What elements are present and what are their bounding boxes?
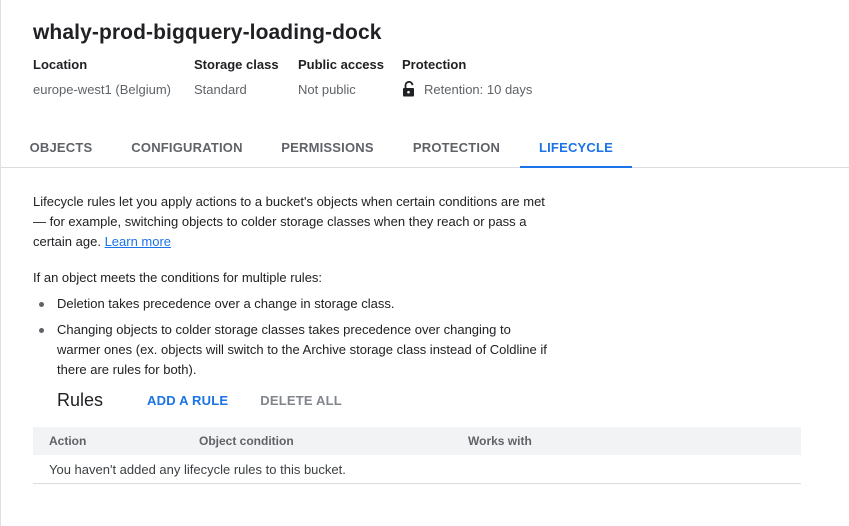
precedence-list: Deletion takes precedence over a change … (33, 294, 553, 380)
learn-more-link[interactable]: Learn more (105, 234, 171, 249)
meta-public-access: Public access Not public (298, 57, 384, 97)
list-item: Changing objects to colder storage class… (33, 320, 553, 380)
column-header-object-condition[interactable]: Object condition (199, 434, 294, 448)
tab-objects[interactable]: OBJECTS (15, 128, 107, 167)
public-access-label: Public access (298, 57, 384, 72)
lifecycle-description: Lifecycle rules let you apply actions to… (33, 192, 553, 380)
storage-class-label: Storage class (194, 57, 279, 72)
meta-storage-class: Storage class Standard (194, 57, 279, 97)
column-header-action[interactable]: Action (49, 434, 86, 448)
protection-label: Protection (402, 57, 467, 72)
multiple-rules-heading: If an object meets the conditions for mu… (33, 270, 323, 285)
rules-title: Rules (57, 390, 104, 410)
lock-open-icon (402, 80, 416, 97)
tab-lifecycle[interactable]: LIFECYCLE (520, 128, 632, 168)
meta-protection: Protection Retention: 10 days (402, 57, 532, 97)
rules-table: Action Object condition Works with You h… (33, 427, 801, 484)
tab-protection[interactable]: PROTECTION (403, 128, 510, 167)
tab-permissions[interactable]: PERMISSIONS (271, 128, 384, 167)
meta-location: Location europe-west1 (Belgium) (33, 57, 171, 97)
rules-header: Rules ADD A RULE DELETE ALL (57, 390, 342, 411)
column-header-works-with[interactable]: Works with (468, 434, 532, 448)
lifecycle-intro: Lifecycle rules let you apply actions to… (33, 192, 553, 252)
table-row: You haven't added any lifecycle rules to… (33, 455, 801, 484)
add-rule-button[interactable]: ADD A RULE (147, 393, 228, 408)
table-header: Action Object condition Works with (33, 427, 801, 455)
empty-rules-message: You haven't added any lifecycle rules to… (49, 461, 346, 477)
protection-value: Retention: 10 days (424, 81, 533, 97)
location-label: Location (33, 57, 88, 72)
tab-configuration[interactable]: CONFIGURATION (123, 128, 251, 167)
list-item: Deletion takes precedence over a change … (33, 294, 553, 314)
location-value: europe-west1 (Belgium) (33, 82, 172, 97)
delete-all-button[interactable]: DELETE ALL (260, 393, 342, 408)
protection-value-row: Retention: 10 days (402, 80, 533, 97)
public-access-value: Not public (298, 82, 356, 97)
bucket-details-page: whaly-prod-bigquery-loading-dock Locatio… (0, 0, 849, 526)
storage-class-value: Standard (194, 82, 247, 97)
bucket-title: whaly-prod-bigquery-loading-dock (33, 21, 382, 44)
tab-bar: OBJECTS CONFIGURATION PERMISSIONS PROTEC… (1, 128, 849, 168)
